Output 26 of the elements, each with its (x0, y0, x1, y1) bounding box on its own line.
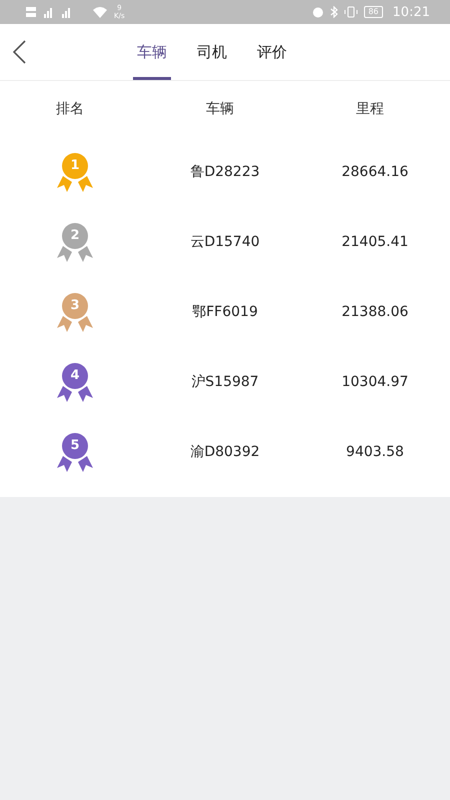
rank-number: 5 (69, 437, 81, 455)
rank-number: 4 (69, 367, 81, 385)
clock-time: 10:21 (392, 4, 430, 20)
plate-number: 鄂FF6019 (192, 304, 258, 320)
vibrate-icon (344, 6, 358, 18)
plate-number: 渝D80392 (190, 444, 260, 460)
rank-number: 1 (69, 157, 81, 175)
tab[interactable]: 司机 (193, 24, 231, 80)
rank-number: 3 (69, 297, 81, 315)
mileage-value: 9403.58 (346, 444, 404, 460)
mileage-value: 28664.16 (342, 164, 408, 180)
mileage-value: 21405.41 (342, 234, 408, 250)
rank-number: 2 (69, 227, 81, 245)
mileage-value: 10304.97 (342, 374, 408, 390)
plate-number: 沪S15987 (191, 374, 259, 390)
mileage-value: 21388.06 (342, 304, 408, 320)
column-header: 排名 (56, 100, 84, 118)
battery-level: 86 (364, 6, 383, 18)
wifi-icon (92, 6, 108, 18)
back-icon[interactable] (12, 40, 26, 64)
bluetooth-icon (330, 6, 338, 18)
tab[interactable]: 评价 (253, 24, 291, 80)
column-header: 车辆 (206, 100, 234, 118)
plate-number: 鲁D28223 (190, 164, 260, 180)
plate-number: 云D15740 (190, 234, 260, 250)
column-header: 里程 (356, 100, 384, 118)
